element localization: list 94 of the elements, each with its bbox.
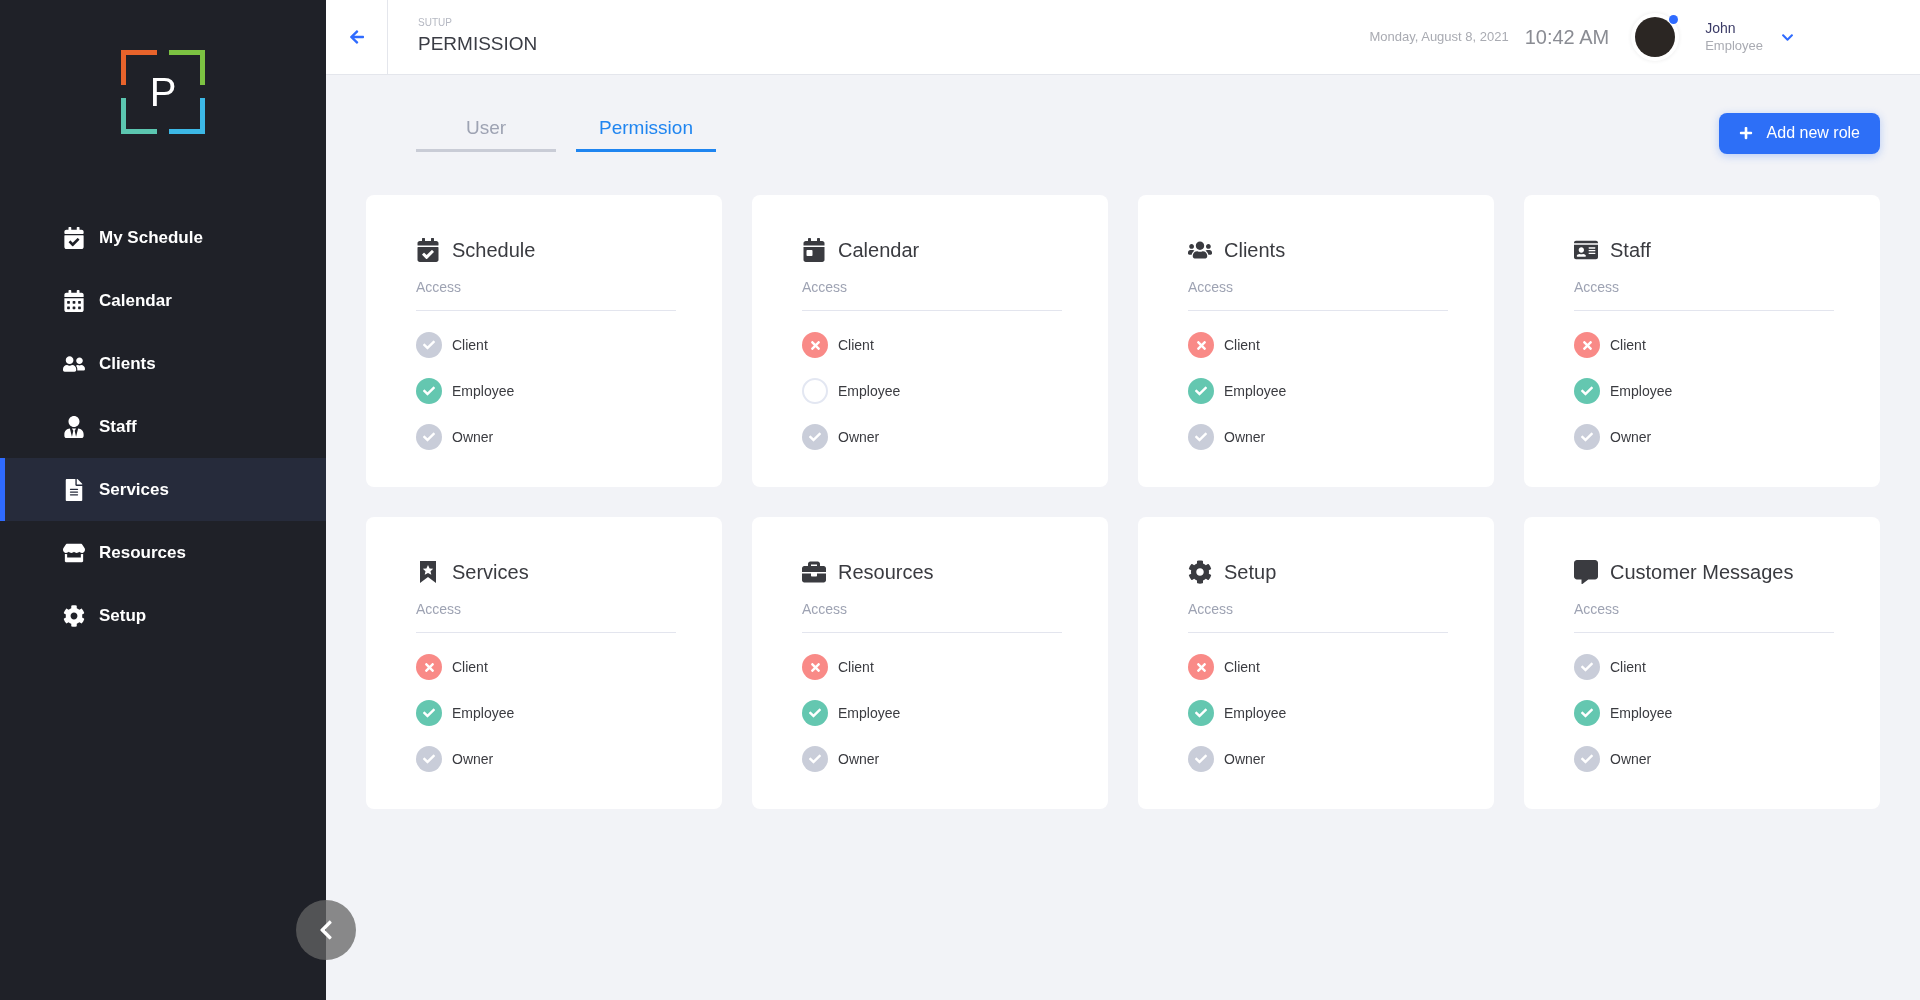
role-label: Client <box>838 335 874 355</box>
plus-icon <box>1738 126 1753 140</box>
check-icon[interactable] <box>1574 424 1600 450</box>
check-icon[interactable] <box>1574 378 1600 404</box>
role-label: Owner <box>838 749 880 769</box>
role-label: Owner <box>838 427 880 447</box>
role-label: Owner <box>1610 749 1652 769</box>
card-title: Calendar <box>838 238 920 263</box>
briefcase-icon <box>802 560 826 584</box>
breadcrumb: SUTUP <box>418 18 453 29</box>
check-icon[interactable] <box>1188 378 1214 404</box>
sidebar-item[interactable]: Setup <box>0 584 326 647</box>
role-label: Employee <box>838 703 901 723</box>
cross-icon[interactable] <box>1574 332 1600 358</box>
card-title: Clients <box>1224 238 1286 263</box>
role-label: Employee <box>1224 703 1287 723</box>
card-title: Setup <box>1224 560 1277 585</box>
role-label: Client <box>1224 335 1260 355</box>
collapse-button[interactable] <box>296 900 356 960</box>
card-subtitle: Access <box>802 277 1062 311</box>
user-role: Employee <box>1705 37 1763 54</box>
role-label: Employee <box>1610 381 1673 401</box>
storefront-icon <box>63 541 85 564</box>
card-title: Schedule <box>452 238 536 263</box>
check-icon[interactable] <box>1574 700 1600 726</box>
card-title: Staff <box>1610 238 1651 263</box>
role-label: Employee <box>838 381 901 401</box>
check-icon[interactable] <box>416 378 442 404</box>
sidebar-item[interactable]: Clients <box>0 332 326 395</box>
role-label: Owner <box>452 427 494 447</box>
calendar-list-icon <box>63 289 85 312</box>
document-icon <box>63 478 85 501</box>
check-icon[interactable] <box>1188 746 1214 772</box>
role-label: Client <box>1610 335 1646 355</box>
check-icon[interactable] <box>1188 424 1214 450</box>
card-subtitle: Access <box>1574 277 1834 311</box>
card-subtitle: Access <box>802 599 1062 633</box>
check-icon[interactable] <box>1574 654 1600 680</box>
role-label: Employee <box>452 381 515 401</box>
role-label: Client <box>838 657 874 677</box>
sidebar-item[interactable]: My Schedule <box>0 206 326 269</box>
card-subtitle: Access <box>1574 599 1834 633</box>
user-name: John <box>1705 20 1737 38</box>
check-icon[interactable] <box>802 700 828 726</box>
role-label: Owner <box>452 749 494 769</box>
check-icon[interactable] <box>1574 746 1600 772</box>
settings-icon <box>1188 560 1212 584</box>
avatar[interactable] <box>1635 17 1676 57</box>
sidebar-item[interactable]: Resources <box>0 521 326 584</box>
check-icon[interactable] <box>416 332 442 358</box>
cross-icon[interactable] <box>802 654 828 680</box>
sidebar-item[interactable]: Staff <box>0 395 326 458</box>
calendar-grid-icon <box>802 238 826 262</box>
role-label: Owner <box>1224 427 1266 447</box>
sidebar-item[interactable]: Calendar <box>0 269 326 332</box>
date-text: Monday, August 8, 2021 <box>1369 28 1509 47</box>
card-title: Customer Messages <box>1610 560 1794 585</box>
card-title: Services <box>452 560 529 585</box>
card-subtitle: Access <box>416 599 676 633</box>
check-icon[interactable] <box>416 700 442 726</box>
role-label: Employee <box>1610 703 1673 723</box>
role-label: Client <box>452 335 488 355</box>
cross-icon[interactable] <box>1188 654 1214 680</box>
cross-icon[interactable] <box>416 654 442 680</box>
settings-icon <box>63 604 85 627</box>
sidebar-item[interactable]: Services <box>0 458 326 521</box>
check-icon[interactable] <box>802 424 828 450</box>
card-subtitle: Access <box>416 277 676 311</box>
calendar-check-icon <box>63 226 85 249</box>
add-role-button[interactable]: Add new role <box>1718 112 1880 154</box>
time-text: 10:42 AM <box>1524 25 1610 50</box>
check-icon[interactable] <box>1188 700 1214 726</box>
role-label: Client <box>1224 657 1260 677</box>
card-title: Resources <box>838 560 934 585</box>
check-icon[interactable] <box>416 746 442 772</box>
card-subtitle: Access <box>1188 599 1448 633</box>
check-icon[interactable] <box>802 746 828 772</box>
check-icon[interactable] <box>416 424 442 450</box>
cross-icon[interactable] <box>802 332 828 358</box>
role-label: Client <box>452 657 488 677</box>
card-subtitle: Access <box>1188 277 1448 311</box>
role-label: Employee <box>452 703 515 723</box>
role-label: Employee <box>1224 381 1287 401</box>
message-icon <box>1574 560 1598 584</box>
role-label: Owner <box>1224 749 1266 769</box>
role-label: Owner <box>1610 427 1652 447</box>
role-label: Client <box>1610 657 1646 677</box>
logo: P <box>121 50 205 134</box>
page-title: PERMISSION <box>418 32 538 56</box>
calendar-check-icon <box>416 238 440 262</box>
id-card-icon <box>1574 238 1598 262</box>
cross-icon[interactable] <box>1188 332 1214 358</box>
back-arrow-icon <box>348 29 365 45</box>
person-tie-icon <box>63 415 85 438</box>
